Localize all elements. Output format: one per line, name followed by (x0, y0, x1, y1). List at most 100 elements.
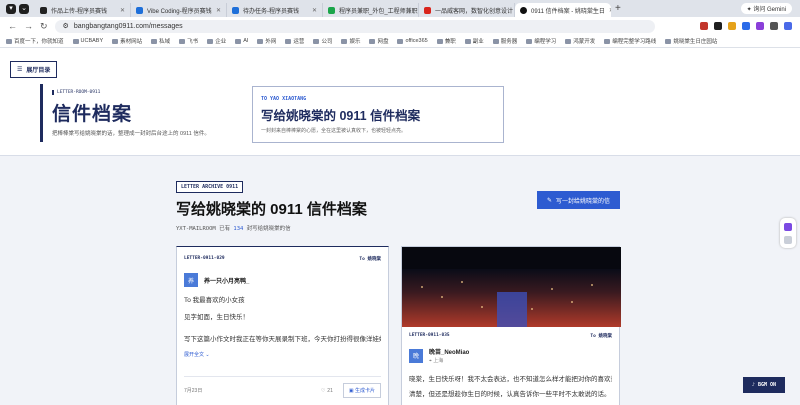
folder-icon (6, 38, 12, 44)
bookmark-item[interactable]: 运营 (285, 37, 304, 45)
bookmark-label: 私域 (159, 39, 171, 45)
bookmark-label: 鸿蒙开发 (573, 39, 596, 45)
browser-tab[interactable]: 一品威客网，数智化创意设计✕ (419, 3, 515, 17)
site-favicon-icon (328, 6, 335, 14)
bookmark-item[interactable]: 私域 (151, 37, 170, 45)
bookmark-item[interactable]: 编程完整学习路线 (604, 37, 656, 45)
bookmark-item[interactable]: 副业 (464, 37, 484, 45)
back-icon[interactable]: ← (8, 21, 17, 31)
profile-icon[interactable] (784, 22, 792, 30)
bookmark-label: 百度一下，你就知道 (14, 39, 64, 45)
concert-image (402, 247, 621, 327)
bookmark-item[interactable]: 企业 (207, 37, 226, 45)
bgm-toggle-button[interactable]: ♪ BGM ON (743, 377, 785, 393)
bookmark-item[interactable]: 素材网站 (112, 37, 142, 45)
browser-tab[interactable]: 程序员兼职_外包_工程师兼职✕ (323, 3, 419, 17)
bookmark-label: 兼职 (444, 39, 456, 45)
folder-icon (369, 38, 376, 44)
bookmark-item[interactable]: 鸿蒙开发 (565, 37, 595, 45)
extension-icon[interactable] (770, 22, 778, 30)
concert-photo (402, 247, 621, 327)
extension-icon[interactable] (714, 22, 722, 30)
hero-title-block: LETTER-ROOM-0911 信件档案 把棒棒棠写给姚晓棠的话，整理成一封封… (40, 84, 260, 142)
close-icon[interactable]: ✕ (609, 7, 611, 14)
address-bar[interactable]: ⚙ bangbangtang0911.com/messages (54, 19, 655, 33)
extension-icon[interactable] (784, 222, 792, 231)
hall-directory-button[interactable]: ☰ 展厅目录 (10, 61, 58, 78)
ask-gemini-button[interactable]: ✦ 询问 Gemini (740, 3, 792, 14)
page-content: ☰ 展厅目录 LETTER-ROOM-0911 信件档案 把棒棒棠写给姚晓棠的话… (0, 48, 800, 405)
bookmark-item[interactable]: office365 (397, 38, 428, 44)
letter-id: LETTER-0911-035 (409, 333, 450, 338)
bookmark-label: UCBABY (80, 38, 104, 44)
forward-icon[interactable]: → (24, 21, 33, 31)
bookmark-label: 服务器 (500, 39, 518, 45)
bookmark-label: office365 (405, 38, 428, 44)
new-tab-icon[interactable]: + (615, 3, 621, 14)
letter-card[interactable]: LETTER-0911-035 To 姚晓棠 晚 晚苗_NeoMiao ⌖ 上海… (401, 246, 621, 405)
like-button[interactable]: ♡ 21 (321, 388, 333, 394)
site-favicon-icon (40, 6, 47, 14)
tab-search-icon[interactable]: ▾ (6, 3, 16, 14)
browser-tab[interactable]: 待办任务-程序员赛钱 ✕ (227, 3, 323, 17)
bookmark-label: 编程学习 (534, 39, 557, 45)
music-icon: ♪ (751, 382, 755, 388)
extension-icon[interactable] (728, 22, 736, 30)
bookmark-item[interactable]: AI (235, 38, 248, 44)
bookmark-item[interactable]: 飞书 (179, 37, 198, 45)
bookmarks-bar: 百度一下，你就知道 UCBABY 素材网站 私域 飞书 企业 AI 外网 运营 … (0, 35, 800, 48)
expand-letter-link[interactable]: 展开全文 ⌄ (184, 351, 381, 358)
bookmark-item[interactable]: 百度一下，你就知道 (6, 37, 64, 45)
folder-icon (341, 38, 348, 44)
translate-icon[interactable] (784, 235, 792, 244)
extension-icon[interactable] (700, 22, 708, 30)
bookmark-label: 副业 (472, 39, 484, 45)
close-icon[interactable]: ✕ (120, 7, 125, 14)
browser-tab[interactable]: 作品上传-程序员赛钱 ✕ (35, 3, 131, 17)
heart-icon: ♡ (320, 387, 326, 394)
letter-count: YXT-MAILROOM 已有 134 封写给姚晓棠的信 (176, 224, 367, 232)
bookmark-item[interactable]: 公司 (313, 37, 332, 45)
close-icon[interactable]: ✕ (216, 7, 221, 14)
write-letter-button[interactable]: ✎ 写一封给姚晓棠的信 (537, 191, 620, 209)
generate-card-button[interactable]: ▣ 生成卡片 (342, 383, 381, 398)
archive-title: 写给姚晓棠的 0911 信件档案 (176, 201, 367, 218)
bookmark-item[interactable]: UCBABY (72, 38, 104, 44)
chevron-down-icon[interactable]: ⌄ (19, 3, 29, 14)
bookmark-item[interactable]: 娱乐 (341, 37, 360, 45)
browser-tab-active[interactable]: 0911 信件档案 - 姚晓棠生日 ✕ (515, 3, 611, 17)
close-icon[interactable]: ✕ (312, 7, 317, 14)
window-controls: ▾ ⌄ (6, 3, 29, 14)
tab-title: 作品上传-程序员赛钱 (51, 8, 107, 15)
letter-card[interactable]: LETTER-0911-029 To 姚晓棠 养 养一只小月亮鸭_ To 我最喜… (176, 246, 389, 405)
folder-icon (665, 38, 672, 44)
folder-icon (285, 38, 292, 44)
bookmark-item[interactable]: 网盘 (369, 37, 388, 45)
bookmark-item[interactable]: 外网 (257, 37, 276, 45)
folder-icon (112, 38, 119, 44)
browser-tab[interactable]: Vibe Coding-程序员赛钱 ✕ (131, 3, 227, 17)
extension-icon[interactable] (756, 22, 764, 30)
extension-icon[interactable] (742, 22, 750, 30)
hero-kicker: LETTER-ROOM-0911 (52, 90, 100, 95)
tab-title: 程序员兼职_外包_工程师兼职 (339, 8, 418, 15)
bookmark-item[interactable]: 兼职 (436, 37, 456, 45)
count-prefix: 已有 (219, 226, 231, 232)
page-title: 信件档案 (52, 104, 133, 125)
extension-icons (700, 22, 792, 30)
site-info-icon[interactable]: ⚙ (63, 22, 69, 30)
hall-directory-label: 展厅目录 (26, 68, 51, 74)
letter-line: 清楚，但还是想趁你生日的时候，认真告诉你一些平时不太敢说的话。 (409, 391, 611, 398)
bookmark-item[interactable]: 服务器 (492, 37, 518, 45)
author-name: 晚苗_NeoMiao (429, 350, 470, 356)
bookmark-item[interactable]: 编程学习 (526, 37, 556, 45)
folder-icon (257, 38, 264, 44)
folder-icon (565, 38, 572, 44)
bookmark-label: 运营 (293, 39, 305, 45)
bgm-label: BGM ON (757, 382, 777, 388)
letter-line: To 我最喜欢的小女孩 (184, 297, 245, 304)
side-extension-panel (780, 218, 796, 248)
reload-icon[interactable]: ↻ (40, 21, 48, 32)
letter-recipient: To 姚晓棠 (590, 334, 612, 339)
bookmark-item[interactable]: 姚晓棠生日庄园站 (665, 37, 717, 45)
